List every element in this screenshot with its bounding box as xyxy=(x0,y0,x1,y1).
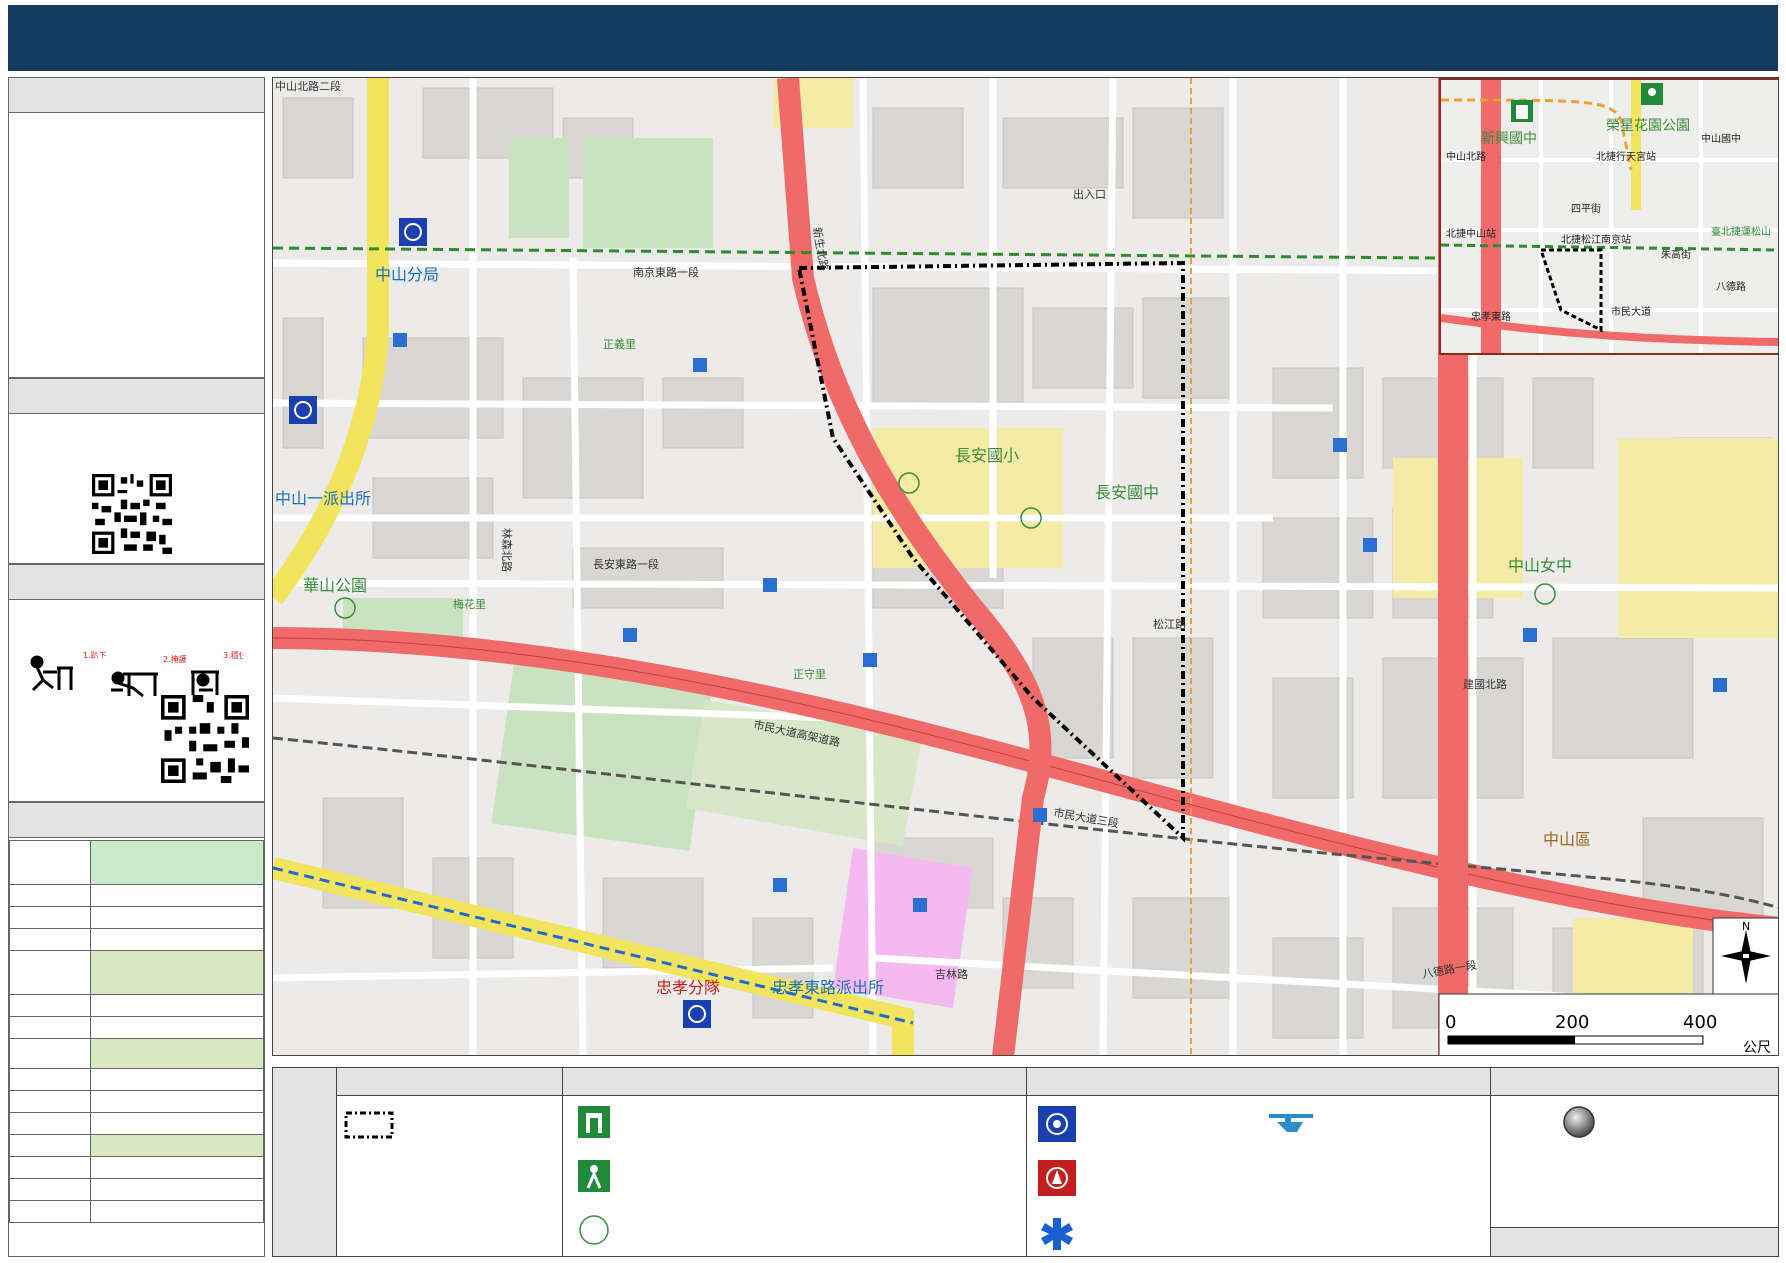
police-icon[interactable] xyxy=(683,1000,711,1028)
north-label: N xyxy=(1742,920,1750,933)
legend xyxy=(272,1067,1779,1257)
qr-code[interactable] xyxy=(92,474,172,554)
title-banner xyxy=(8,5,1778,71)
svg-text:1.趴下: 1.趴下 xyxy=(83,651,107,660)
assembly-point-icon xyxy=(578,1160,610,1192)
label-changan-e-rd: 長安東路一段 xyxy=(593,557,659,571)
inset-xinxing-jh: 新興國中 xyxy=(1481,131,1537,147)
svg-text:3.穩住: 3.穩住 xyxy=(223,650,243,660)
label-linsen-n-rd: 林森北路 xyxy=(500,528,514,572)
inset-zhongshan-n-rd: 中山北路 xyxy=(1446,150,1486,163)
legend-other-cell xyxy=(1491,1068,1778,1256)
label-jianguo-n-rd: 建國北路 xyxy=(1463,677,1507,691)
legend-boundary-cell xyxy=(337,1068,563,1256)
label-zhongshan-1-station: 中山一派出所 xyxy=(275,489,371,508)
medical-icon xyxy=(1041,1218,1073,1250)
inset-zhongshan-jh: 中山國中 xyxy=(1701,132,1741,145)
label-zhongshan-branch: 中山分局 xyxy=(375,265,439,284)
landmark-icon xyxy=(1563,1106,1595,1138)
legend-shelter-cell xyxy=(563,1068,1027,1256)
inset-siping-st: 四平街 xyxy=(1571,202,1601,215)
label-huashan-park: 華山公園 xyxy=(303,576,367,595)
label-songjiang-rd: 松江路 xyxy=(1153,617,1186,631)
label-changan-jh: 長安國中 xyxy=(1095,483,1159,502)
inset-songshan-line: 臺北捷運松山 xyxy=(1711,225,1771,238)
inset-zhuhua-st: 朱高街 xyxy=(1661,248,1691,261)
label-meihua-li: 梅花里 xyxy=(453,597,486,611)
svg-text:2.掩護: 2.掩護 xyxy=(163,654,187,664)
scale-zero: 0 xyxy=(1445,1012,1456,1033)
label-zhongshan-district: 中山區 xyxy=(1543,830,1591,849)
scale-unit: 公尺 xyxy=(1743,1040,1771,1056)
police-icon[interactable] xyxy=(399,218,427,246)
label-zhongshan-girls: 中山女中 xyxy=(1508,556,1572,575)
label-zhongxiao-fire: 忠孝分隊 xyxy=(656,978,720,997)
info-panel-header xyxy=(9,78,264,113)
legend-footer xyxy=(1491,1227,1778,1256)
scale-mid: 200 xyxy=(1555,1012,1589,1033)
label-zhongshan-n-rd: 中山北路二段 xyxy=(275,79,341,93)
inset-map[interactable]: 新興國中 榮星花園公園 中山北路 中山國中 四平街 北捷松江南京站 北捷中山站 … xyxy=(1439,78,1778,355)
label-zhengyi-li: 正義里 xyxy=(603,337,636,351)
inset-zhongxiao-e: 忠孝東路 xyxy=(1471,310,1511,323)
label-jiayi-li: 正守里 xyxy=(793,667,826,681)
boundary-symbol xyxy=(344,1111,394,1139)
qr-code-2[interactable] xyxy=(161,695,249,783)
legend-facility-cell xyxy=(1027,1068,1491,1256)
label-mrt-exit: 出入口 xyxy=(1073,187,1106,201)
label-zhongxiao-e-station: 忠孝東路派出所 xyxy=(772,978,884,997)
shelter-table-panel xyxy=(8,802,265,1257)
label-jilin-rd: 吉林路 xyxy=(935,967,968,981)
inset-civic: 市民大道 xyxy=(1611,305,1651,318)
police-icon[interactable] xyxy=(289,396,317,424)
inset-xingtian-station: 北捷行天宮站 xyxy=(1596,150,1656,163)
scale-max: 400 xyxy=(1683,1012,1717,1033)
info-panel xyxy=(8,77,265,378)
earthquake-panel-header xyxy=(9,565,264,600)
drop-cover-hold-icon: 1.趴下 2.掩護 3.穩住 xyxy=(30,650,243,698)
main-map[interactable]: 中山分局 中山一派出所 忠孝東路派出所 華山公園 長安國小 長安國中 中山女中 … xyxy=(272,77,1779,1056)
earthquake-panel: 1.趴下 2.掩護 3.穩住 xyxy=(8,564,265,802)
inset-zhongshan-station: 北捷中山站 xyxy=(1446,227,1496,240)
north-arrow: N xyxy=(1712,917,1778,995)
shelter-table-header xyxy=(9,803,264,838)
standby-shelter-icon xyxy=(579,1215,609,1245)
scale-bar: 0 200 400 公尺 xyxy=(1438,993,1778,1056)
helicopter-icon xyxy=(1269,1114,1313,1132)
inset-rongxing-park: 榮星花園公園 xyxy=(1606,118,1690,134)
evacuation-shelter-icon xyxy=(578,1106,610,1138)
label-changan-elem: 長安國小 xyxy=(955,446,1019,465)
qr-panel-header xyxy=(9,379,264,414)
inset-nanjing-songjiang: 北捷松江南京站 xyxy=(1561,233,1631,246)
police-station-icon xyxy=(1038,1106,1076,1142)
qr-panel xyxy=(8,378,265,564)
inset-bade: 八德路 xyxy=(1716,280,1746,293)
shelter-table xyxy=(9,840,264,1223)
legend-title-cell xyxy=(273,1068,337,1256)
fire-station-icon xyxy=(1038,1160,1076,1196)
label-nanjing-e-rd: 南京東路一段 xyxy=(633,265,699,279)
